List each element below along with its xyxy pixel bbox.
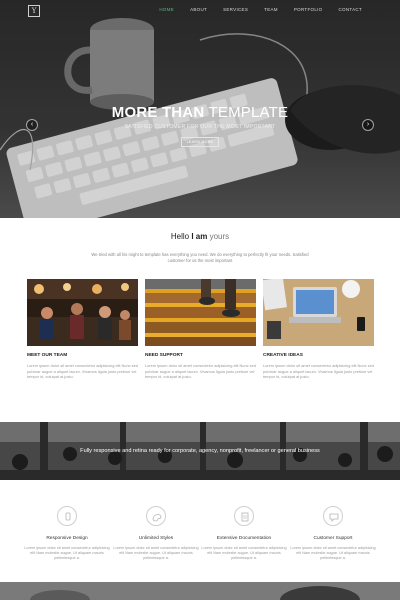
- intro-text: We tried with all his might to template …: [91, 252, 309, 263]
- nav-contact[interactable]: CONTACT: [330, 7, 370, 12]
- site-logo[interactable]: Y: [28, 5, 40, 17]
- nav-home[interactable]: HOME: [151, 7, 182, 12]
- feature-unlimited-styles: Unlimited Styles Lorem ipsum dolor sit a…: [111, 506, 201, 562]
- promo-band: Fully responsive and retina ready for co…: [0, 422, 400, 480]
- mobile-icon: [57, 506, 77, 526]
- feature-title: Customer Support: [313, 536, 353, 541]
- feature-text: Lorem ipsum dolor sit amet consectetur a…: [201, 546, 287, 561]
- chevron-right-icon: ›: [366, 121, 370, 128]
- learn-more-button[interactable]: LEARN MORE: [181, 137, 219, 147]
- chat-icon: [323, 506, 343, 526]
- hero-banner: Y HOME ABOUT SERVICES TEAM PORTFOLIO CON…: [0, 0, 400, 218]
- slider-next-button[interactable]: ›: [362, 119, 374, 131]
- card-meet-our-team: MEET OUR TEAM Lorem ipsum dolor sit amet…: [27, 279, 138, 380]
- document-icon: [234, 506, 254, 526]
- nav-portfolio[interactable]: PORTFOLIO: [286, 7, 331, 12]
- nav-about[interactable]: ABOUT: [182, 7, 215, 12]
- slider-prev-button[interactable]: ‹: [26, 119, 38, 131]
- feature-text: Lorem ipsum dolor sit amet consectetur a…: [290, 546, 376, 561]
- intro-light: yours: [209, 232, 230, 241]
- card-title: CREATIVE IDEAS: [263, 353, 303, 358]
- card-text: Lorem ipsum dolor sit amet consectetur a…: [263, 363, 374, 380]
- feature-title: Unlimited Styles: [138, 536, 174, 541]
- intro-bold: I am: [191, 232, 208, 241]
- nav-team[interactable]: TEAM: [256, 7, 286, 12]
- hero-title-bold: MORE THAN: [111, 104, 205, 121]
- chevron-left-icon: ‹: [30, 121, 34, 128]
- team-photo[interactable]: [27, 279, 138, 346]
- card-title: MEET OUR TEAM: [27, 353, 68, 358]
- nav-services[interactable]: SERVICES: [215, 7, 256, 12]
- card-title: NEED SUPPORT: [145, 353, 183, 358]
- feature-title: Responsive Design: [46, 536, 88, 541]
- intro-heading: Hello I am yours: [0, 232, 400, 241]
- feature-extensive-documentation: Extensive Documentation Lorem ipsum dolo…: [199, 506, 289, 562]
- desk-photo[interactable]: [263, 279, 374, 346]
- hero-title-light: TEMPLATE: [208, 104, 289, 121]
- feature-title: Extensive Documentation: [216, 536, 272, 541]
- card-need-support: NEED SUPPORT Lorem ipsum dolor sit amet …: [145, 279, 256, 380]
- main-nav: HOME ABOUT SERVICES TEAM PORTFOLIO CONTA…: [151, 7, 370, 12]
- hero-subtitle: SATISFIED CUSTOMER FOR OUR THE MOST IMPO…: [124, 124, 276, 130]
- next-section-image: [0, 582, 400, 600]
- feature-text: Lorem ipsum dolor sit amet consectetur a…: [113, 546, 199, 561]
- top-navigation-bar: Y HOME ABOUT SERVICES TEAM PORTFOLIO CON…: [0, 0, 400, 22]
- intro-greeting: Hello: [170, 232, 190, 241]
- card-text: Lorem ipsum dolor sit amet consectetur a…: [145, 363, 256, 380]
- band-text: Fully responsive and retina ready for co…: [80, 448, 320, 454]
- feature-customer-support: Customer Support Lorem ipsum dolor sit a…: [288, 506, 378, 562]
- feature-text: Lorem ipsum dolor sit amet consectetur a…: [24, 546, 110, 561]
- card-creative-ideas: CREATIVE IDEAS Lorem ipsum dolor sit ame…: [263, 279, 374, 380]
- hero-title: MORE THAN TEMPLATE: [0, 104, 400, 121]
- feature-responsive-design: Responsive Design Lorem ipsum dolor sit …: [22, 506, 112, 562]
- card-text: Lorem ipsum dolor sit amet consectetur a…: [27, 363, 138, 380]
- stairs-photo[interactable]: [145, 279, 256, 346]
- palette-icon: [146, 506, 166, 526]
